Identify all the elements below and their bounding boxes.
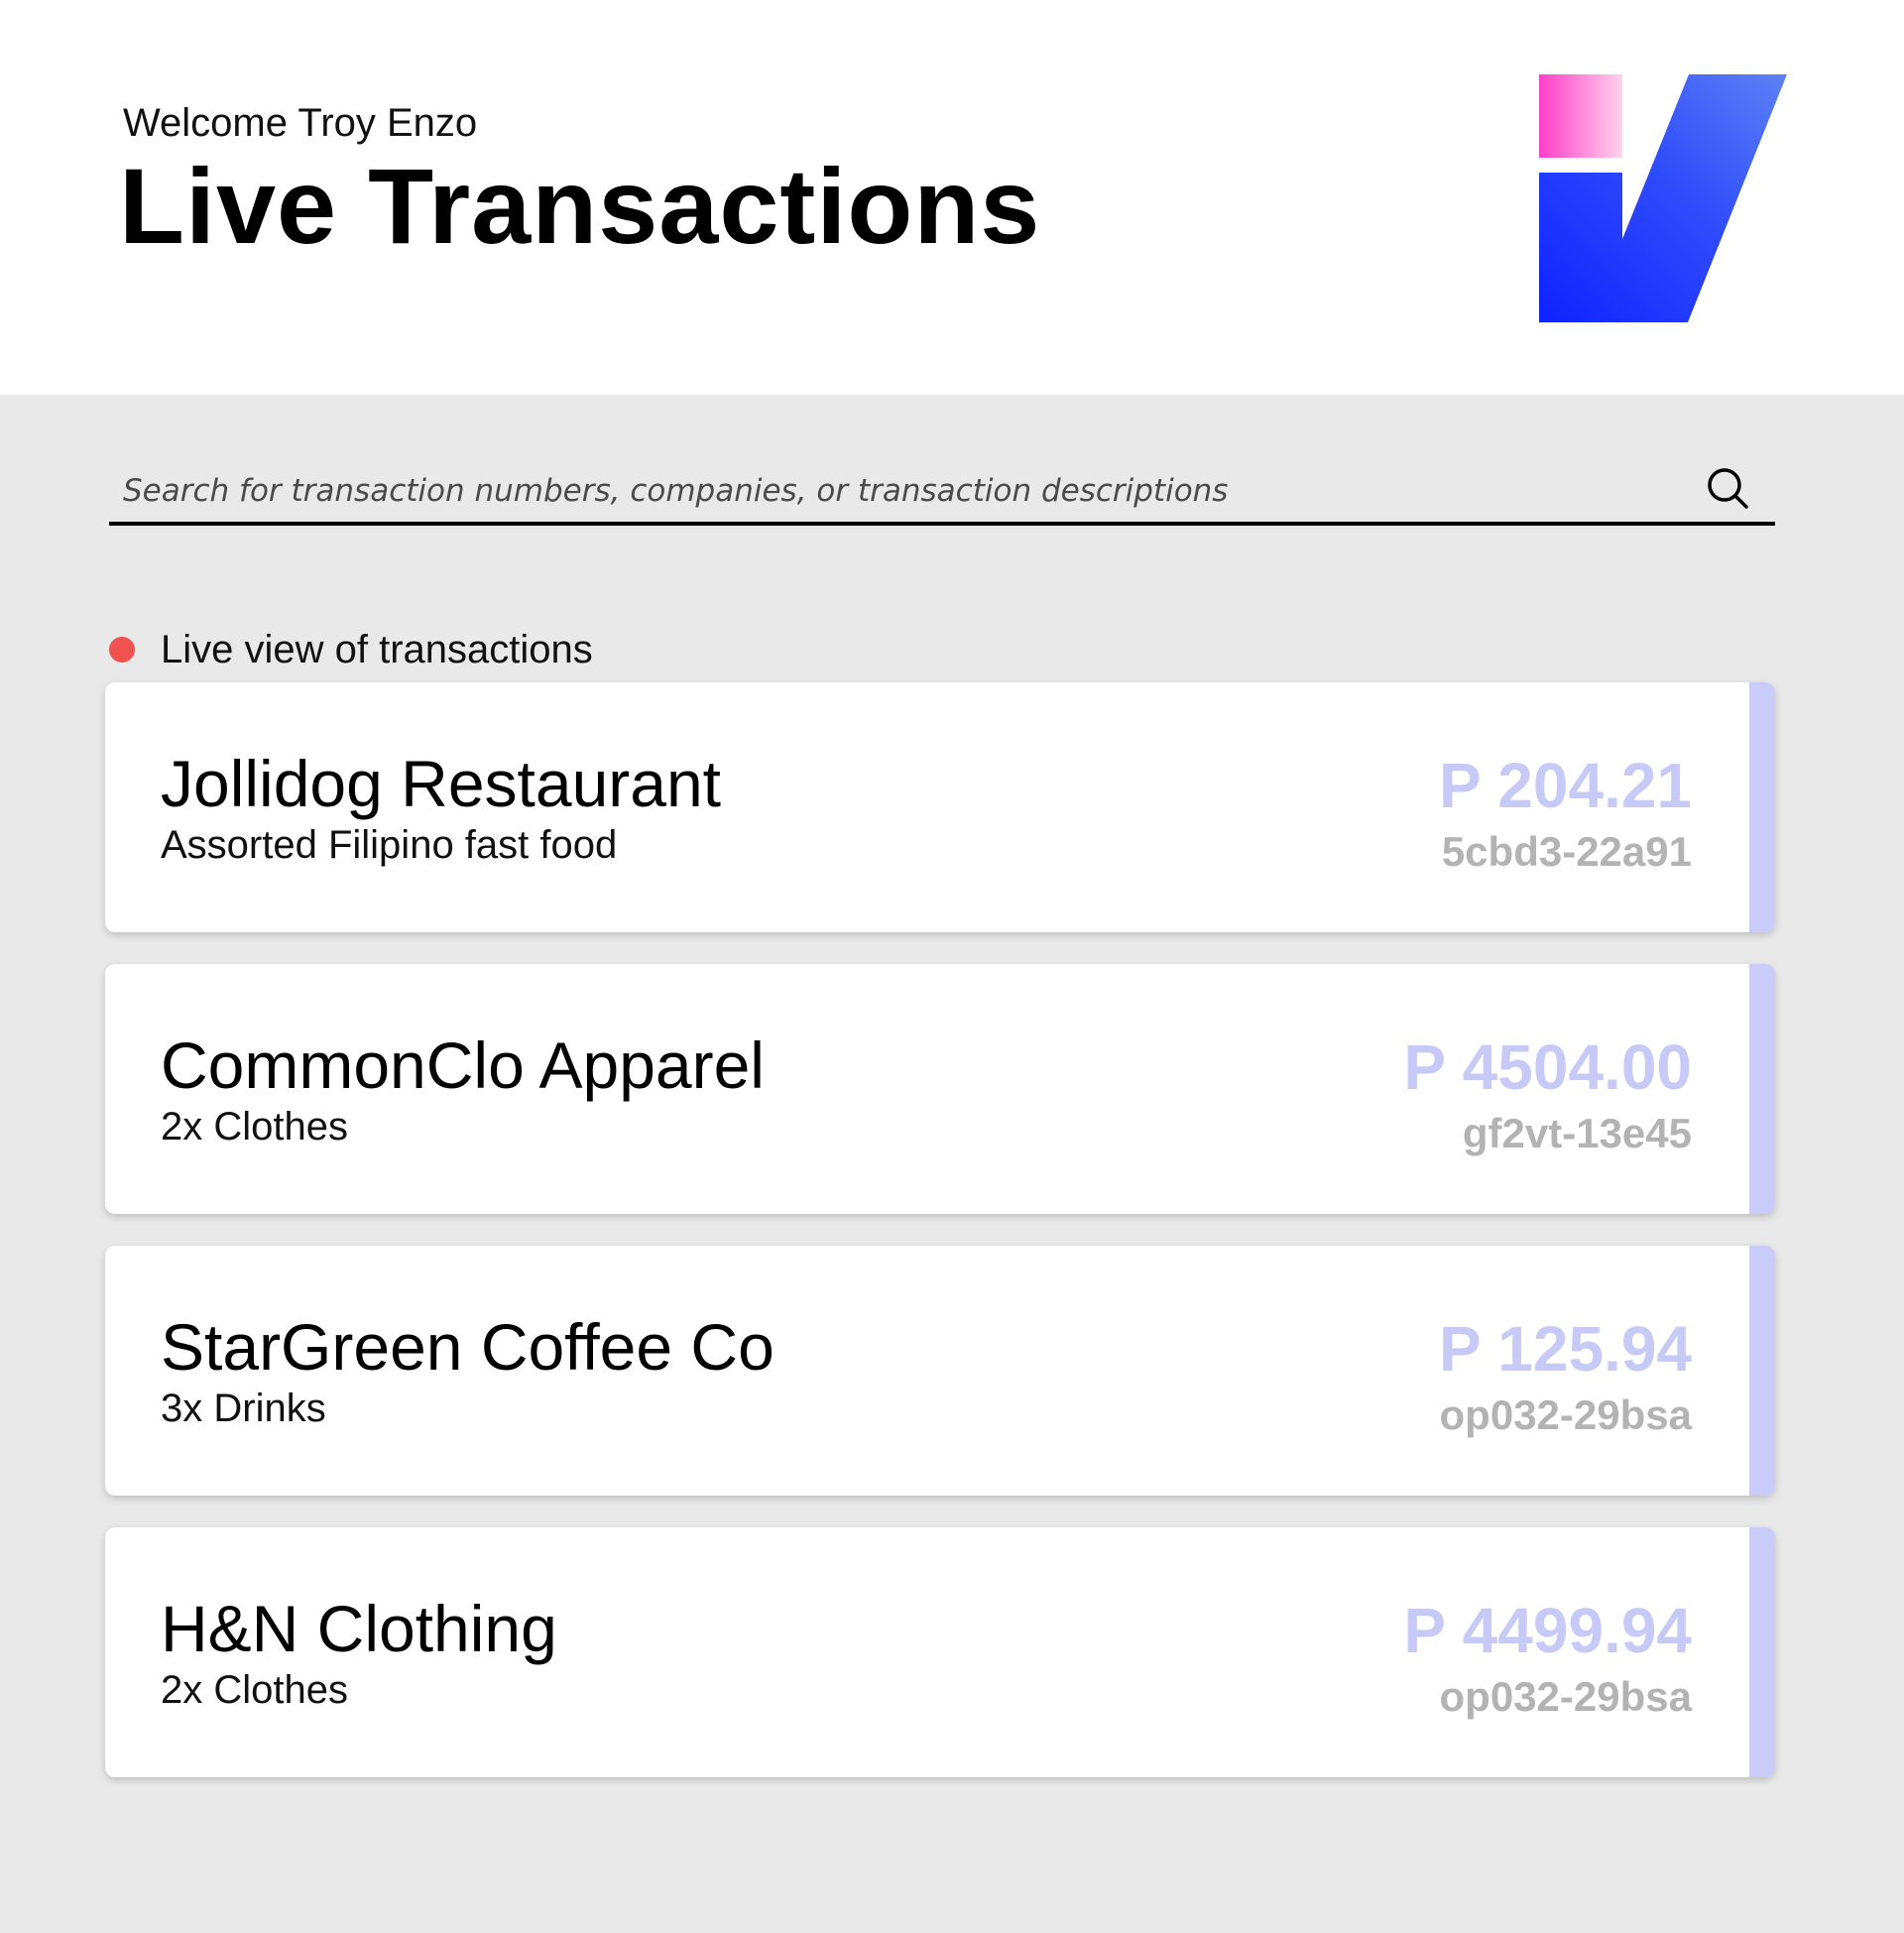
transaction-company: H&N Clothing bbox=[161, 1592, 557, 1665]
transaction-id: gf2vt-13e45 bbox=[1462, 1110, 1692, 1156]
card-accent-bar bbox=[1749, 964, 1775, 1214]
transaction-company: Jollidog Restaurant bbox=[161, 747, 721, 820]
transaction-card[interactable]: CommonClo Apparel 2x Clothes P 4504.00 g… bbox=[105, 964, 1775, 1214]
search-icon[interactable] bbox=[1704, 464, 1751, 512]
transaction-amount: P 4504.00 bbox=[1403, 1031, 1692, 1103]
transaction-description: 2x Clothes bbox=[161, 1105, 348, 1148]
transaction-card[interactable]: StarGreen Coffee Co 3x Drinks P 125.94 o… bbox=[105, 1246, 1775, 1496]
card-accent-bar bbox=[1749, 1246, 1775, 1496]
transaction-company: StarGreen Coffee Co bbox=[161, 1310, 774, 1384]
transaction-amount: P 125.94 bbox=[1438, 1313, 1692, 1385]
transaction-description: 3x Drinks bbox=[161, 1387, 326, 1430]
card-accent-bar bbox=[1749, 682, 1775, 932]
main-content: Live view of transactions Jollidog Resta… bbox=[0, 395, 1904, 1933]
transaction-id: op032-29bsa bbox=[1439, 1673, 1692, 1720]
transaction-card[interactable]: Jollidog Restaurant Assorted Filipino fa… bbox=[105, 682, 1775, 932]
transaction-description: Assorted Filipino fast food bbox=[161, 823, 618, 867]
transaction-id: op032-29bsa bbox=[1439, 1391, 1692, 1438]
transaction-id: 5cbd3-22a91 bbox=[1441, 828, 1692, 875]
transaction-card[interactable]: H&N Clothing 2x Clothes P 4499.94 op032-… bbox=[105, 1527, 1775, 1777]
live-label: Live view of transactions bbox=[161, 628, 593, 671]
transaction-company: CommonClo Apparel bbox=[161, 1028, 765, 1102]
live-dot-icon bbox=[109, 637, 135, 663]
transaction-amount: P 204.21 bbox=[1438, 750, 1692, 821]
page-title: Live Transactions bbox=[119, 146, 1041, 266]
header: Welcome Troy Enzo Live Transactions bbox=[0, 0, 1904, 395]
brand-logo-icon bbox=[1539, 74, 1787, 322]
transaction-description: 2x Clothes bbox=[161, 1668, 348, 1712]
search-bar bbox=[109, 458, 1775, 526]
transaction-amount: P 4499.94 bbox=[1403, 1595, 1692, 1666]
welcome-message: Welcome Troy Enzo bbox=[123, 101, 478, 145]
search-input[interactable] bbox=[123, 466, 1670, 516]
card-accent-bar bbox=[1749, 1527, 1775, 1777]
transaction-list: Jollidog Restaurant Assorted Filipino fa… bbox=[105, 682, 1775, 1809]
